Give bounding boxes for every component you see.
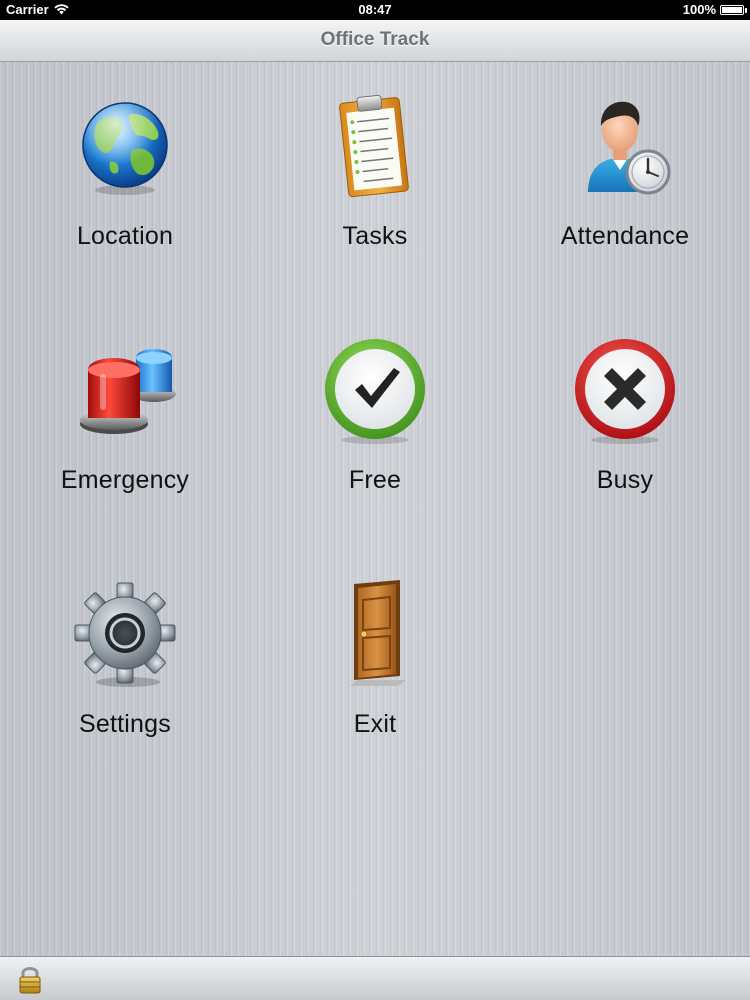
menu-item-attendance[interactable]: Attendance: [500, 82, 750, 272]
menu-item-label: Exit: [353, 710, 397, 738]
menu-item-free[interactable]: Free: [250, 326, 500, 516]
menu-item-label: Busy: [596, 466, 654, 494]
menu-item-label: Tasks: [342, 222, 408, 250]
gear-icon: [74, 582, 176, 687]
lock-icon[interactable]: [14, 963, 46, 995]
battery-percent: 100%: [682, 2, 716, 17]
menu-item-label: Settings: [79, 710, 171, 738]
x-icon: [575, 339, 675, 444]
navigation-bar: Office Track: [0, 20, 750, 62]
globe-icon: [82, 102, 168, 195]
menu-item-location[interactable]: Location: [0, 82, 250, 272]
battery-icon: [720, 4, 747, 15]
status-bar: Carrier 08:47 100%: [0, 0, 750, 20]
clipboard-icon: [339, 95, 409, 198]
person-clock-icon: [588, 101, 671, 195]
menu-item-label: Attendance: [560, 222, 690, 250]
battery-indicator: 100%: [682, 2, 747, 17]
bottom-toolbar: [0, 956, 750, 1000]
menu-item-settings[interactable]: Settings: [0, 570, 250, 760]
menu-item-exit[interactable]: Exit: [250, 570, 500, 760]
menu-item-emergency[interactable]: Emergency: [0, 326, 250, 516]
door-icon: [350, 580, 406, 686]
menu-item-tasks[interactable]: Tasks: [250, 82, 500, 272]
siren-icon: [80, 349, 176, 434]
menu-item-label: Location: [76, 222, 174, 250]
clock: 08:47: [358, 2, 392, 17]
menu-item-label: Emergency: [60, 466, 190, 494]
check-icon: [325, 339, 425, 444]
menu-item-busy[interactable]: Busy: [500, 326, 750, 516]
main-menu-grid: Location Tasks Attendance Emergency Free…: [0, 62, 750, 956]
menu-item-label: Free: [348, 466, 402, 494]
page-title: Office Track: [320, 29, 430, 50]
